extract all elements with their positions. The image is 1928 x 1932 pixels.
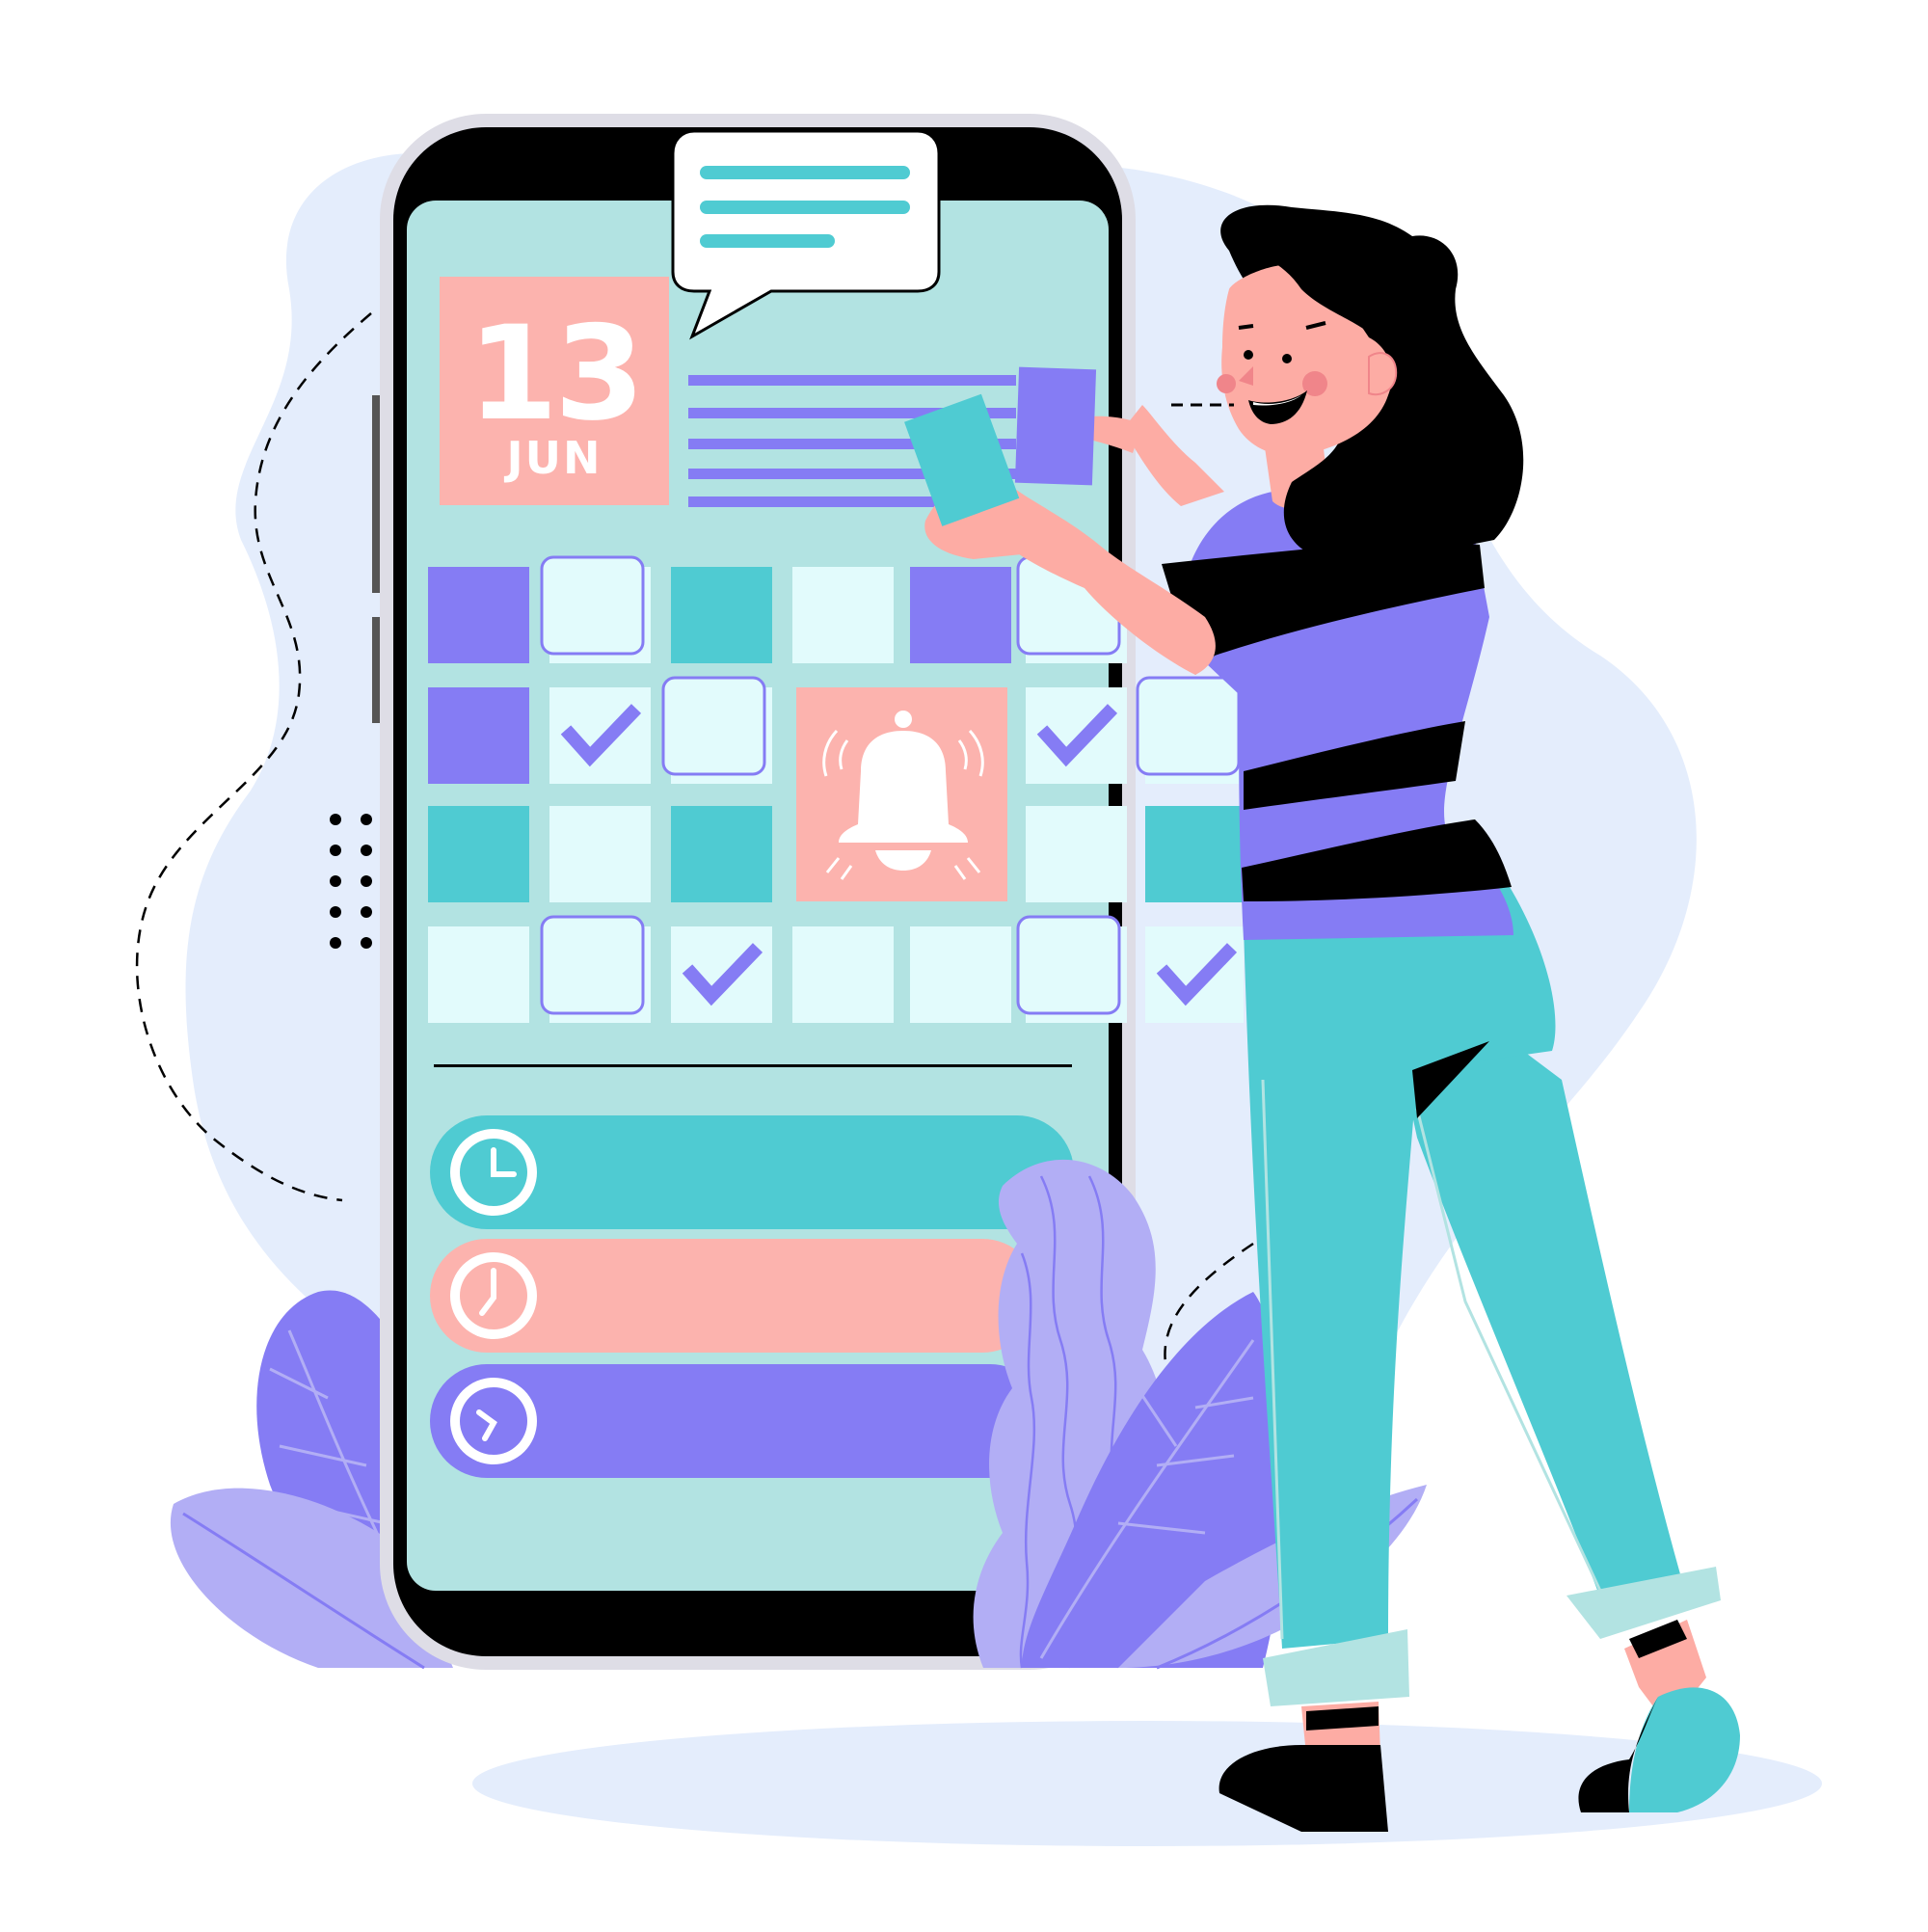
calendar-day-cell[interactable] (428, 687, 529, 784)
eye (1244, 350, 1253, 360)
calendar-day-cell[interactable] (549, 806, 651, 902)
calendar-day-cell[interactable] (1016, 915, 1127, 1023)
selected-day-outline (540, 555, 645, 656)
divider (434, 1064, 1072, 1067)
calendar-day-cell[interactable] (792, 926, 894, 1023)
calendar-day-cell[interactable] (1145, 926, 1244, 1023)
schedule-item[interactable] (430, 1364, 1047, 1478)
selected-day-outline (540, 915, 645, 1015)
selected-day-outline (661, 676, 766, 776)
clock-icon (450, 1129, 537, 1216)
clock-icon (450, 1378, 537, 1464)
clock-icon (450, 1252, 537, 1339)
leg-back (1403, 1022, 1682, 1610)
date-day: 13 (468, 298, 641, 449)
eye (1282, 354, 1292, 363)
calendar-day-cell[interactable] (792, 567, 894, 663)
bell-reminder-cell[interactable] (796, 687, 1007, 901)
calendar-day-cell[interactable] (428, 567, 529, 663)
calendar-day-cell[interactable] (1145, 806, 1244, 902)
calendar-day-cell[interactable] (671, 567, 772, 663)
selected-day-outline (1016, 915, 1121, 1015)
phone-side-button (372, 395, 380, 593)
calendar-day-cell[interactable] (1026, 806, 1127, 902)
calendar-day-cell[interactable] (549, 687, 651, 784)
illustration-canvas: 13 JUN (0, 0, 1928, 1928)
phone-side-button (372, 617, 380, 723)
schedule-item[interactable] (430, 1115, 1074, 1229)
date-month: JUN (504, 432, 602, 484)
calendar-day-cell[interactable] (661, 676, 772, 784)
calendar-date-badge: 13 JUN (440, 277, 669, 505)
calendar-day-cell[interactable] (1136, 676, 1244, 784)
calendar-day-cell[interactable] (428, 806, 529, 902)
calendar-day-cell[interactable] (540, 915, 651, 1023)
scheduling-app-illustration: 13 JUN (135, 114, 1822, 1846)
sticky-note-purple (1014, 366, 1097, 486)
schedule-item[interactable] (430, 1239, 1039, 1353)
calendar-day-cell[interactable] (671, 926, 772, 1023)
selected-day-outline (1136, 676, 1241, 776)
calendar-day-cell[interactable] (910, 567, 1011, 663)
schedule-list (430, 1115, 1074, 1478)
calendar-day-cell[interactable] (910, 926, 1011, 1023)
cheek (1217, 374, 1236, 393)
calendar-day-cell[interactable] (540, 555, 651, 663)
calendar-day-cell[interactable] (1026, 687, 1127, 784)
calendar-day-cell[interactable] (428, 926, 529, 1023)
calendar-day-cell[interactable] (671, 806, 772, 902)
